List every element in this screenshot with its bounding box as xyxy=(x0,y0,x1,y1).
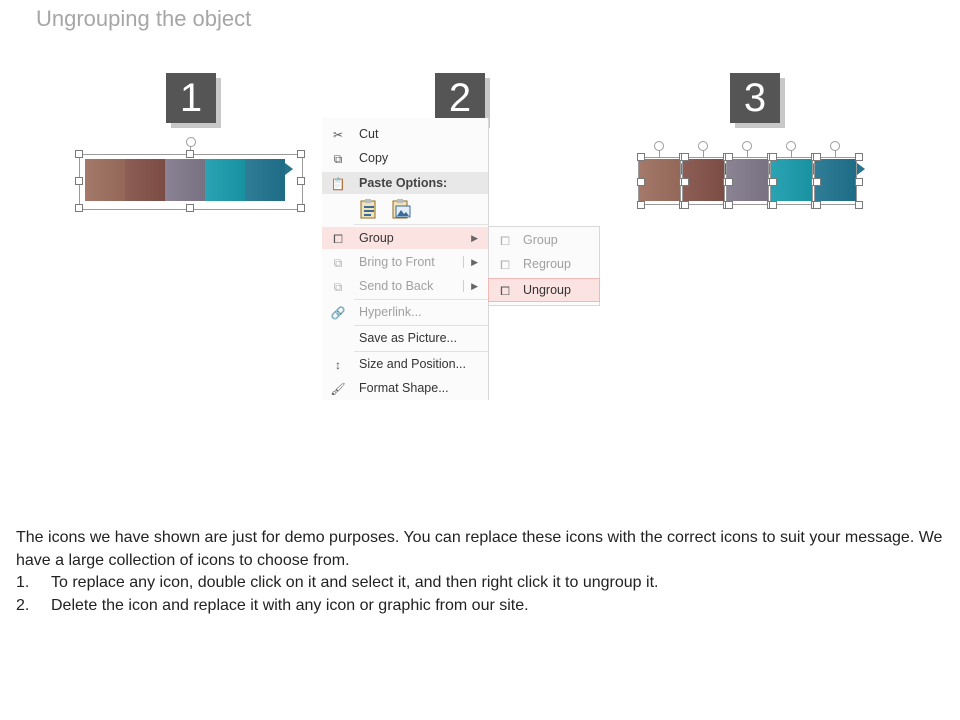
group-submenu[interactable]: ⧠ Group ⧠ Regroup ⧠ Ungroup xyxy=(488,226,600,306)
resize-handle[interactable] xyxy=(855,153,863,161)
step-number-1: 1 xyxy=(166,73,216,123)
rotate-handle[interactable] xyxy=(186,137,196,147)
submenu-arrow-icon: ▶ xyxy=(471,257,478,267)
resize-handle[interactable] xyxy=(681,178,689,186)
regroup-icon: ⧠ xyxy=(500,258,510,272)
slide-title: Ungrouping the object xyxy=(36,6,252,31)
scissors-icon: ✂ xyxy=(332,128,344,142)
strip-segment[interactable] xyxy=(205,159,253,201)
resize-handle[interactable] xyxy=(855,201,863,209)
list-item: 1. To replace any icon, double click on i… xyxy=(16,574,659,591)
submenu-arrow-icon: ▶ xyxy=(471,233,478,243)
submenu-arrow-icon: ▶ xyxy=(471,281,478,291)
strip-segment[interactable] xyxy=(245,159,293,201)
resize-handle[interactable] xyxy=(813,178,821,186)
copy-icon: ⧉ xyxy=(333,152,343,166)
menu-item-hyperlink[interactable]: 🔗 Hyperlink... xyxy=(322,301,488,323)
ungroup-icon: ⧠ xyxy=(500,284,510,298)
description: The icons we have shown are just for dem… xyxy=(16,527,946,617)
resize-handle[interactable] xyxy=(725,178,733,186)
group-icon: ⧠ xyxy=(500,234,510,248)
menu-item-cut[interactable]: ✂ Cut xyxy=(322,123,488,145)
resize-handle[interactable] xyxy=(637,201,645,209)
menu-item-save-as-picture[interactable]: Save as Picture... xyxy=(322,327,488,349)
group-icon: ⧠ xyxy=(333,232,343,246)
resize-handle[interactable] xyxy=(637,153,645,161)
link-icon: 🔗 xyxy=(330,306,346,320)
menu-item-copy[interactable]: ⧉ Copy xyxy=(322,147,488,169)
strip-segment[interactable] xyxy=(85,159,133,201)
description-intro: The icons we have shown are just for dem… xyxy=(16,529,943,569)
format-icon: 🖌 xyxy=(330,382,346,396)
send-back-icon: ⧉ xyxy=(333,280,343,294)
resize-handle[interactable] xyxy=(769,153,777,161)
submenu-item-regroup[interactable]: ⧠ Regroup xyxy=(489,253,599,275)
ribbon-tab xyxy=(285,163,293,175)
paste-picture-icon[interactable] xyxy=(390,198,412,220)
paste-keep-formatting-icon[interactable] xyxy=(358,198,380,220)
strip-segment[interactable] xyxy=(125,159,173,201)
resize-handle[interactable] xyxy=(725,201,733,209)
resize-handle[interactable] xyxy=(637,178,645,186)
bring-front-icon: ⧉ xyxy=(333,256,343,270)
ribbon-tab xyxy=(857,163,865,175)
context-menu[interactable]: ✂ Cut ⧉ Copy 📋 Paste Options: ⧠ Group ▶ … xyxy=(322,118,489,400)
size-icon: ↕ xyxy=(335,358,341,372)
clipboard-icon: 📋 xyxy=(330,177,346,191)
menu-item-group[interactable]: ⧠ Group ▶ xyxy=(322,227,488,249)
resize-handle[interactable] xyxy=(725,153,733,161)
resize-handle[interactable] xyxy=(855,178,863,186)
submenu-item-group[interactable]: ⧠ Group xyxy=(489,229,599,251)
resize-handle[interactable] xyxy=(681,201,689,209)
menu-item-size-and-position[interactable]: ↕ Size and Position... xyxy=(322,353,488,375)
resize-handle[interactable] xyxy=(769,178,777,186)
resize-handle[interactable] xyxy=(813,201,821,209)
menu-item-paste-options: 📋 Paste Options: xyxy=(322,172,488,194)
color-strip[interactable] xyxy=(85,159,293,201)
menu-item-bring-to-front[interactable]: ⧉ Bring to Front ▶ xyxy=(322,251,488,273)
strip-segment[interactable] xyxy=(165,159,213,201)
menu-item-format-shape[interactable]: 🖌 Format Shape... xyxy=(322,377,488,399)
submenu-item-ungroup[interactable]: ⧠ Ungroup xyxy=(488,278,600,302)
resize-handle[interactable] xyxy=(769,201,777,209)
step-number-3: 3 xyxy=(730,73,780,123)
resize-handle[interactable] xyxy=(813,153,821,161)
menu-item-send-to-back[interactable]: ⧉ Send to Back ▶ xyxy=(322,275,488,297)
resize-handle[interactable] xyxy=(681,153,689,161)
list-item: 2. Delete the icon and replace it with an… xyxy=(16,596,529,614)
step-number-2: 2 xyxy=(435,73,485,123)
